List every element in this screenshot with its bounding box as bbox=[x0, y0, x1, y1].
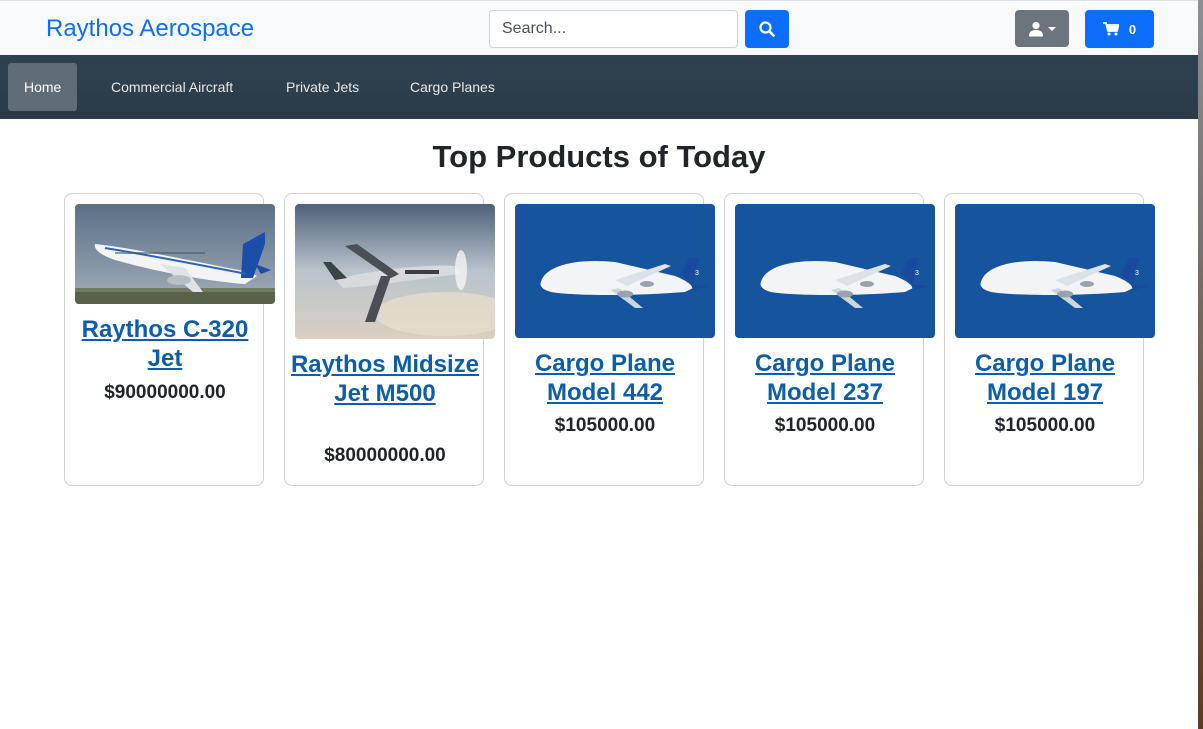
cart-icon bbox=[1102, 22, 1119, 36]
svg-text:3: 3 bbox=[1135, 270, 1139, 277]
svg-text:3: 3 bbox=[915, 270, 919, 277]
user-menu-button[interactable] bbox=[1015, 10, 1069, 47]
product-image-cargo-plane[interactable]: 3 bbox=[955, 204, 1155, 338]
search-input[interactable] bbox=[489, 10, 738, 48]
top-header: Raythos Aerospace 0 bbox=[0, 0, 1198, 55]
product-price: $105000.00 bbox=[994, 415, 1096, 436]
window-edge bbox=[1198, 0, 1203, 729]
product-image-cargo-plane[interactable]: 3 bbox=[735, 204, 935, 338]
page-title: Top Products of Today bbox=[432, 139, 766, 174]
product-card: 3 Cargo Plane Model 442 $105000.00 bbox=[504, 193, 715, 486]
product-title-link[interactable]: Cargo Plane Model 442 bbox=[505, 349, 705, 407]
cart-count-badge: 0 bbox=[1128, 21, 1137, 37]
nav-item-home[interactable]: Home bbox=[8, 63, 78, 111]
category-navbar: Home Commercial Aircraft Private Jets Ca… bbox=[0, 55, 1198, 119]
product-image-airliner[interactable] bbox=[75, 204, 275, 304]
product-title-link[interactable]: Cargo Plane Model 197 bbox=[945, 349, 1145, 407]
nav-item-private-jets[interactable]: Private Jets bbox=[270, 63, 375, 111]
product-image-cargo-plane[interactable]: 3 bbox=[515, 204, 715, 338]
product-price: $105000.00 bbox=[774, 415, 876, 436]
product-image-private-jet[interactable] bbox=[295, 204, 495, 339]
product-price: $90000000.00 bbox=[104, 382, 226, 403]
search-icon bbox=[759, 21, 775, 37]
nav-item-commercial-aircraft[interactable]: Commercial Aircraft bbox=[95, 63, 249, 111]
product-price: $105000.00 bbox=[554, 415, 656, 436]
product-card: 3 Cargo Plane Model 197 $105000.00 bbox=[944, 193, 1155, 486]
page: Raythos Aerospace 0 bbox=[0, 0, 1198, 729]
product-card: Raythos C-320 Jet $90000000.00 bbox=[64, 193, 275, 486]
product-price: $80000000.00 bbox=[324, 445, 446, 466]
product-title-link[interactable]: Raythos C-320 Jet bbox=[65, 315, 265, 373]
product-title-link[interactable]: Raythos Midsize Jet M500 bbox=[285, 350, 485, 408]
caret-down-icon bbox=[1048, 26, 1056, 31]
cart-button[interactable]: 0 bbox=[1085, 10, 1154, 48]
product-title-link[interactable]: Cargo Plane Model 237 bbox=[725, 349, 925, 407]
nav-item-cargo-planes[interactable]: Cargo Planes bbox=[394, 63, 511, 111]
user-icon bbox=[1029, 21, 1043, 36]
product-card: 3 Cargo Plane Model 237 $105000.00 bbox=[724, 193, 935, 486]
svg-text:3: 3 bbox=[695, 270, 699, 277]
search-button[interactable] bbox=[745, 10, 789, 48]
brand-logo-link[interactable]: Raythos Aerospace bbox=[46, 15, 254, 43]
product-card: Raythos Midsize Jet M500 $80000000.00 bbox=[284, 193, 495, 486]
